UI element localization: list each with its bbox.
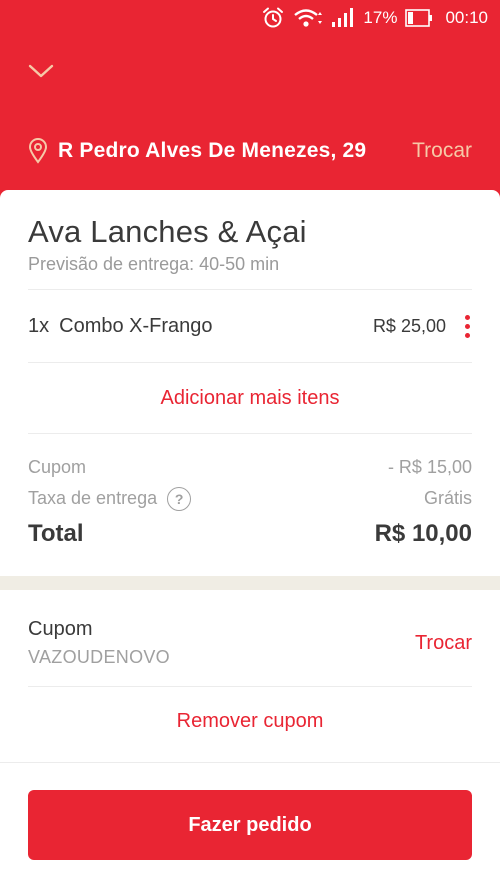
coupon-section: Cupom VAZOUDENOVO Trocar bbox=[28, 618, 472, 668]
delivery-estimate: Previsão de entrega: 40-50 min bbox=[28, 254, 280, 274]
signal-icon bbox=[332, 8, 354, 27]
add-more-items-button[interactable]: Adicionar mais itens bbox=[0, 363, 500, 433]
change-address-link[interactable]: Trocar bbox=[412, 139, 472, 163]
coupon-title: Cupom bbox=[28, 618, 93, 640]
delivery-fee-label: Taxa de entrega bbox=[28, 488, 158, 508]
delivery-address: R Pedro Alves De Menezes, 29 bbox=[58, 139, 367, 162]
coupon-discount-value: - R$ 15,00 bbox=[387, 457, 472, 477]
divider bbox=[28, 686, 472, 687]
coupon-discount-row: Cupom - R$ 15,00 bbox=[28, 452, 472, 483]
order-summary: Cupom - R$ 15,00 Taxa de entrega ? Gráti… bbox=[0, 434, 500, 554]
location-pin-icon bbox=[28, 138, 48, 164]
coupon-code: VAZOUDENOVO bbox=[28, 647, 170, 667]
status-bar: 17% 00:10 bbox=[0, 0, 500, 36]
battery-percent: 17% bbox=[363, 8, 398, 27]
chevron-down-icon bbox=[28, 64, 54, 78]
place-order-button[interactable]: Fazer pedido bbox=[28, 790, 472, 860]
total-label: Total bbox=[28, 520, 84, 547]
cart-item: 1x Combo X-Frango R$ 25,00 bbox=[0, 290, 500, 362]
collapse-button[interactable] bbox=[24, 56, 58, 86]
help-icon[interactable]: ? bbox=[167, 486, 192, 511]
more-options-icon[interactable] bbox=[462, 314, 472, 338]
total-row: Total R$ 10,00 bbox=[28, 514, 472, 554]
clock: 00:10 bbox=[445, 8, 488, 27]
wifi-icon bbox=[294, 9, 323, 27]
section-separator bbox=[0, 576, 500, 590]
delivery-fee-value: Grátis bbox=[423, 488, 472, 508]
alarm-icon bbox=[263, 7, 284, 28]
coupon-discount-label: Cupom bbox=[28, 457, 87, 477]
cart-item-price: R$ 25,00 bbox=[372, 315, 446, 336]
cart-item-name: Combo X-Frango bbox=[59, 314, 213, 337]
cart-item-quantity: 1x bbox=[28, 314, 50, 337]
store-name: Ava Lanches & Açai bbox=[28, 214, 307, 249]
divider bbox=[0, 762, 500, 763]
store-info: Ava Lanches & Açai Previsão de entrega: … bbox=[0, 190, 500, 275]
remove-coupon-button[interactable]: Remover cupom bbox=[0, 700, 500, 742]
total-value: R$ 10,00 bbox=[374, 520, 472, 547]
delivery-fee-row: Taxa de entrega ? Grátis bbox=[28, 483, 472, 514]
battery-icon bbox=[405, 9, 433, 27]
checkout-sheet: Ava Lanches & Açai Previsão de entrega: … bbox=[0, 190, 500, 889]
delivery-address-row: R Pedro Alves De Menezes, 29 Trocar bbox=[0, 130, 500, 172]
change-coupon-link[interactable]: Trocar bbox=[415, 632, 472, 655]
